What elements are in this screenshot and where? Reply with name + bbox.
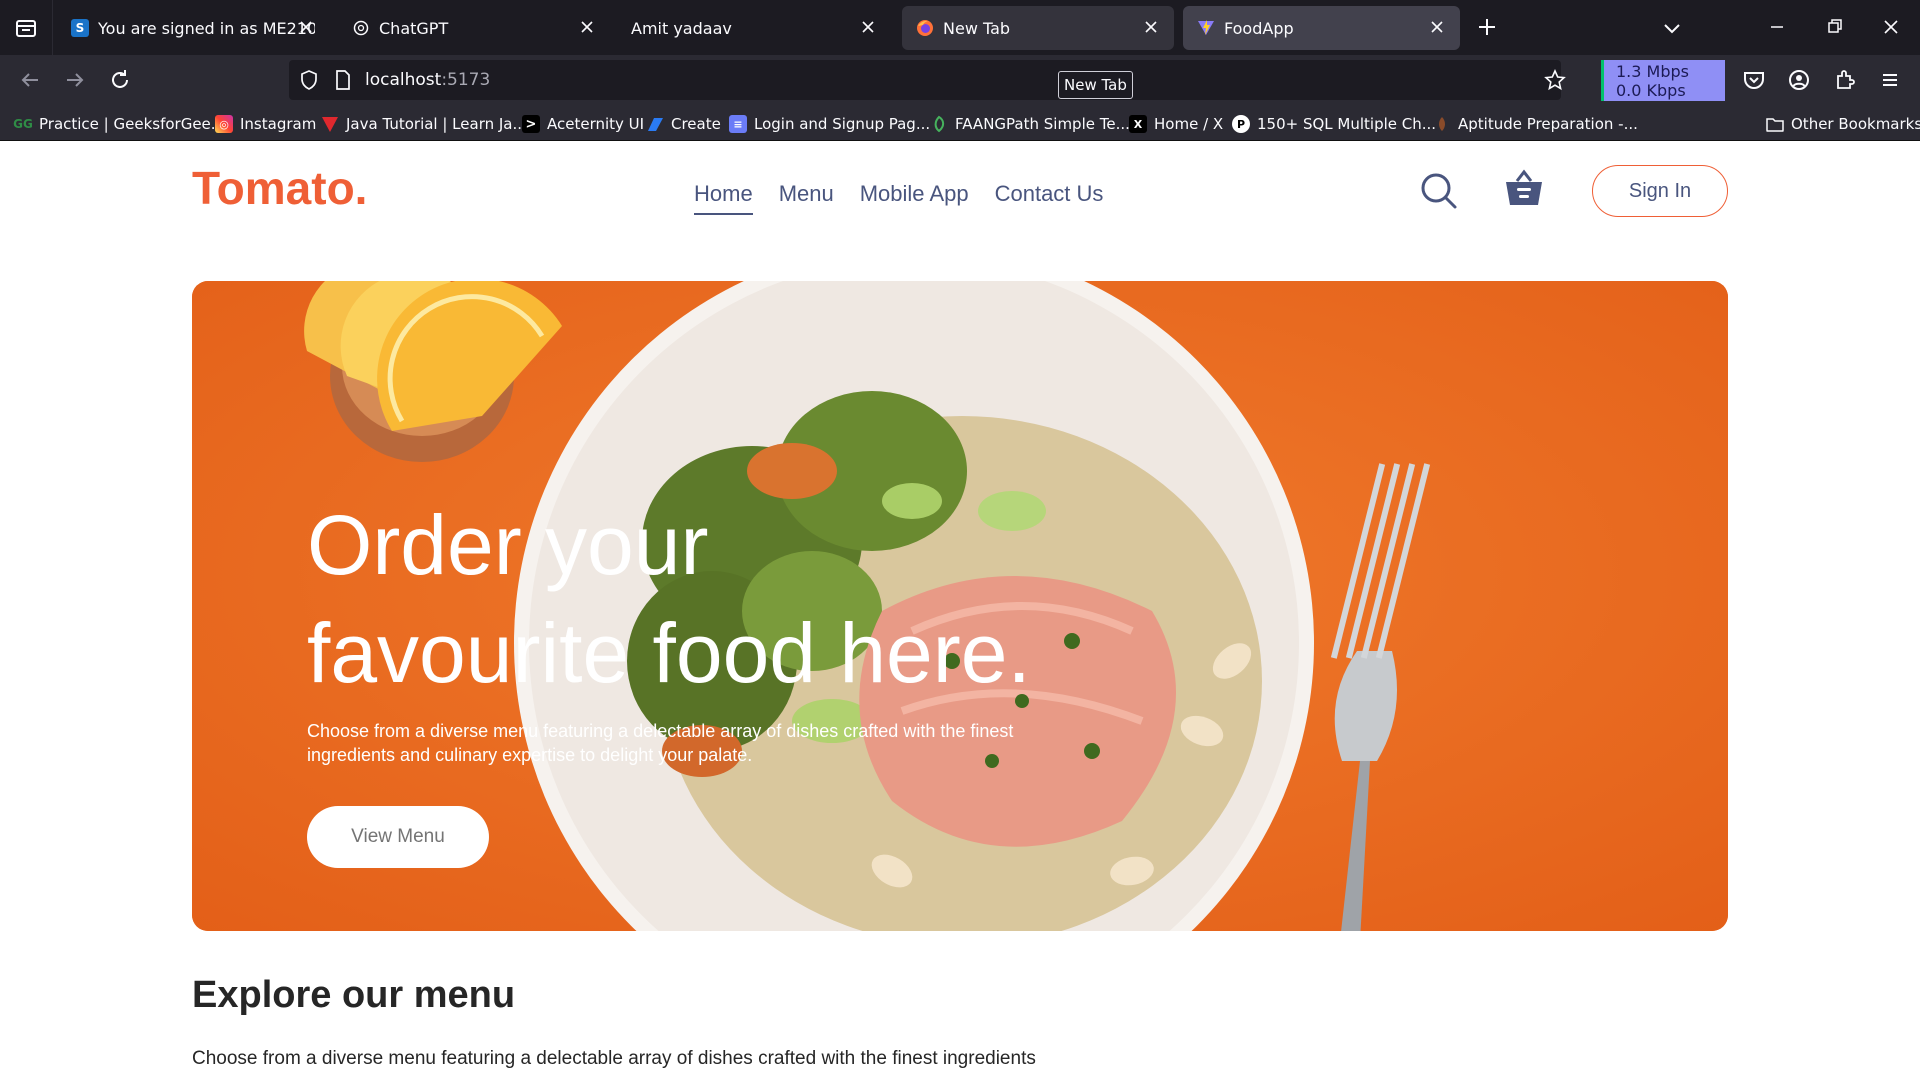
bookmark-instagram[interactable]: ◎ Instagram xyxy=(215,114,316,134)
browser-nav-bar: localhost:5173 New Tab 1.3 Mbps 0.0 Kbps xyxy=(0,55,1920,105)
tab-chatgpt[interactable]: ChatGPT xyxy=(338,6,610,50)
page-viewport: Tomato. Home Menu Mobile App Contact Us … xyxy=(0,141,1920,1080)
hero-banner: Order your favourite food here. Choose f… xyxy=(192,281,1728,931)
other-bookmarks[interactable]: Other Bookmarks xyxy=(1766,114,1920,134)
nav-contact-us[interactable]: Contact Us xyxy=(995,181,1104,215)
bookmark-aptitude[interactable]: Aptitude Preparation -... xyxy=(1433,114,1638,134)
bookmark-x-home[interactable]: X Home / X xyxy=(1129,114,1223,134)
url-host: localhost xyxy=(365,70,442,90)
bookmark-label: Aptitude Preparation -... xyxy=(1458,115,1638,133)
bookmark-label: 150+ SQL Multiple Ch... xyxy=(1257,115,1437,133)
gfg-icon: GG xyxy=(13,117,33,131)
page-icon[interactable] xyxy=(332,69,354,91)
network-speed-widget: 1.3 Mbps 0.0 Kbps xyxy=(1601,60,1725,101)
extensions-icon[interactable] xyxy=(1831,66,1859,94)
tab-list-icon xyxy=(16,19,36,37)
bookmark-label: Practice | GeeksforGee... xyxy=(39,115,226,133)
browser-tab-bar: S You are signed in as ME21006 ChatGPT A… xyxy=(0,0,1920,55)
url-port: :5173 xyxy=(441,70,491,90)
tab-title: Amit yadaav xyxy=(631,18,732,38)
create-icon xyxy=(648,118,663,131)
site-logo[interactable]: Tomato. xyxy=(192,161,367,215)
new-tab-plus-icon[interactable] xyxy=(1474,14,1500,40)
explore-menu-text: Choose from a diverse menu featuring a d… xyxy=(192,1048,1036,1069)
back-arrow-icon[interactable] xyxy=(16,66,44,94)
url-bar[interactable]: localhost:5173 xyxy=(289,60,1566,100)
tab-title: FoodApp xyxy=(1224,18,1294,38)
bookmark-label: Aceternity UI xyxy=(547,115,645,133)
reload-icon[interactable] xyxy=(106,66,134,94)
tab-title: ChatGPT xyxy=(379,18,449,38)
tab-foodapp[interactable]: FoodApp xyxy=(1183,6,1460,50)
hero-title-line-1: Order your xyxy=(307,498,709,592)
minimize-icon[interactable] xyxy=(1764,14,1790,40)
tab-title: You are signed in as ME21006 xyxy=(98,18,315,38)
nav-mobile-app[interactable]: Mobile App xyxy=(860,181,969,215)
bookmark-label: FAANGPath Simple Te... xyxy=(955,115,1130,133)
bookmark-create[interactable]: Create xyxy=(646,114,721,134)
pocket-icon[interactable] xyxy=(1740,66,1768,94)
nav-home[interactable]: Home xyxy=(694,181,753,215)
firefox-icon xyxy=(917,20,933,36)
chevron-down-icon[interactable] xyxy=(1660,16,1684,40)
aptitude-icon xyxy=(1439,117,1445,131)
close-tab-icon[interactable] xyxy=(859,18,877,36)
bookmark-java-tutorial[interactable]: Java Tutorial | Learn Ja... xyxy=(321,114,527,134)
instagram-icon: ◎ xyxy=(215,115,233,133)
chatgpt-icon xyxy=(353,20,369,36)
bookmark-label: Home / X xyxy=(1154,115,1224,133)
url-text[interactable]: localhost:5173 xyxy=(365,70,490,90)
bookmark-aceternity[interactable]: > Aceternity UI xyxy=(522,114,644,134)
forward-arrow-icon[interactable] xyxy=(61,66,89,94)
restore-icon[interactable] xyxy=(1822,14,1848,40)
s-icon: S xyxy=(71,19,89,37)
faangpath-icon xyxy=(934,115,945,133)
folder-icon xyxy=(1766,118,1784,132)
bookmark-login-signup[interactable]: ≡ Login and Signup Pag... xyxy=(729,114,930,134)
search-icon[interactable] xyxy=(1419,171,1459,211)
bookmarks-toolbar: GG Practice | GeeksforGee... ◎ Instagram J… xyxy=(0,105,1920,141)
sign-in-button[interactable]: Sign In xyxy=(1592,165,1728,217)
basket-icon[interactable] xyxy=(1503,169,1545,209)
tab-list-button[interactable] xyxy=(0,0,53,55)
account-icon[interactable] xyxy=(1785,66,1813,94)
download-speed: 1.3 Mbps xyxy=(1616,62,1689,81)
close-tab-icon[interactable] xyxy=(578,18,596,36)
hero-title: Order your favourite food here. xyxy=(307,491,1207,707)
close-tab-icon[interactable] xyxy=(1142,18,1160,36)
hamburger-menu-icon[interactable] xyxy=(1876,66,1904,94)
vite-icon xyxy=(1198,20,1214,35)
bookmark-sql[interactable]: P 150+ SQL Multiple Ch... xyxy=(1232,114,1436,134)
tpoint-icon xyxy=(322,117,338,132)
tab-signed-in[interactable]: S You are signed in as ME21006 xyxy=(57,6,329,50)
tab-title: New Tab xyxy=(943,18,1011,38)
new-tab-tooltip: New Tab xyxy=(1058,71,1133,99)
aceternity-icon: > xyxy=(522,115,540,133)
bookmark-gfg[interactable]: GG Practice | GeeksforGee... xyxy=(13,114,226,134)
bookmark-label: Other Bookmarks xyxy=(1791,115,1920,133)
login-page-icon: ≡ xyxy=(729,115,747,133)
shield-icon[interactable] xyxy=(298,69,320,91)
bookmark-label: Instagram xyxy=(240,115,317,133)
tab-new-tab[interactable]: New Tab xyxy=(902,6,1174,50)
tab-amit-yadaav[interactable]: Amit yadaav xyxy=(619,6,891,50)
hero-title-line-2: favourite food here. xyxy=(307,606,1031,700)
view-menu-button[interactable]: View Menu xyxy=(307,806,489,868)
bookmark-label: Login and Signup Pag... xyxy=(754,115,931,133)
main-nav: Home Menu Mobile App Contact Us xyxy=(694,181,1103,215)
bookmark-label: Create xyxy=(671,115,721,133)
hero-description: Choose from a diverse menu featuring a d… xyxy=(307,721,1014,765)
x-icon: X xyxy=(1129,115,1147,133)
sql-icon: P xyxy=(1232,115,1250,133)
upload-speed: 0.0 Kbps xyxy=(1616,81,1686,100)
bookmark-faangpath[interactable]: FAANGPath Simple Te... xyxy=(930,114,1130,134)
nav-menu[interactable]: Menu xyxy=(779,181,834,215)
bookmark-star-icon[interactable] xyxy=(1544,69,1566,91)
bookmark-label: Java Tutorial | Learn Ja... xyxy=(346,115,527,133)
close-window-icon[interactable] xyxy=(1878,14,1904,40)
close-tab-icon[interactable] xyxy=(297,18,315,36)
close-tab-icon[interactable] xyxy=(1428,18,1446,36)
explore-menu-title: Explore our menu xyxy=(192,974,516,1016)
